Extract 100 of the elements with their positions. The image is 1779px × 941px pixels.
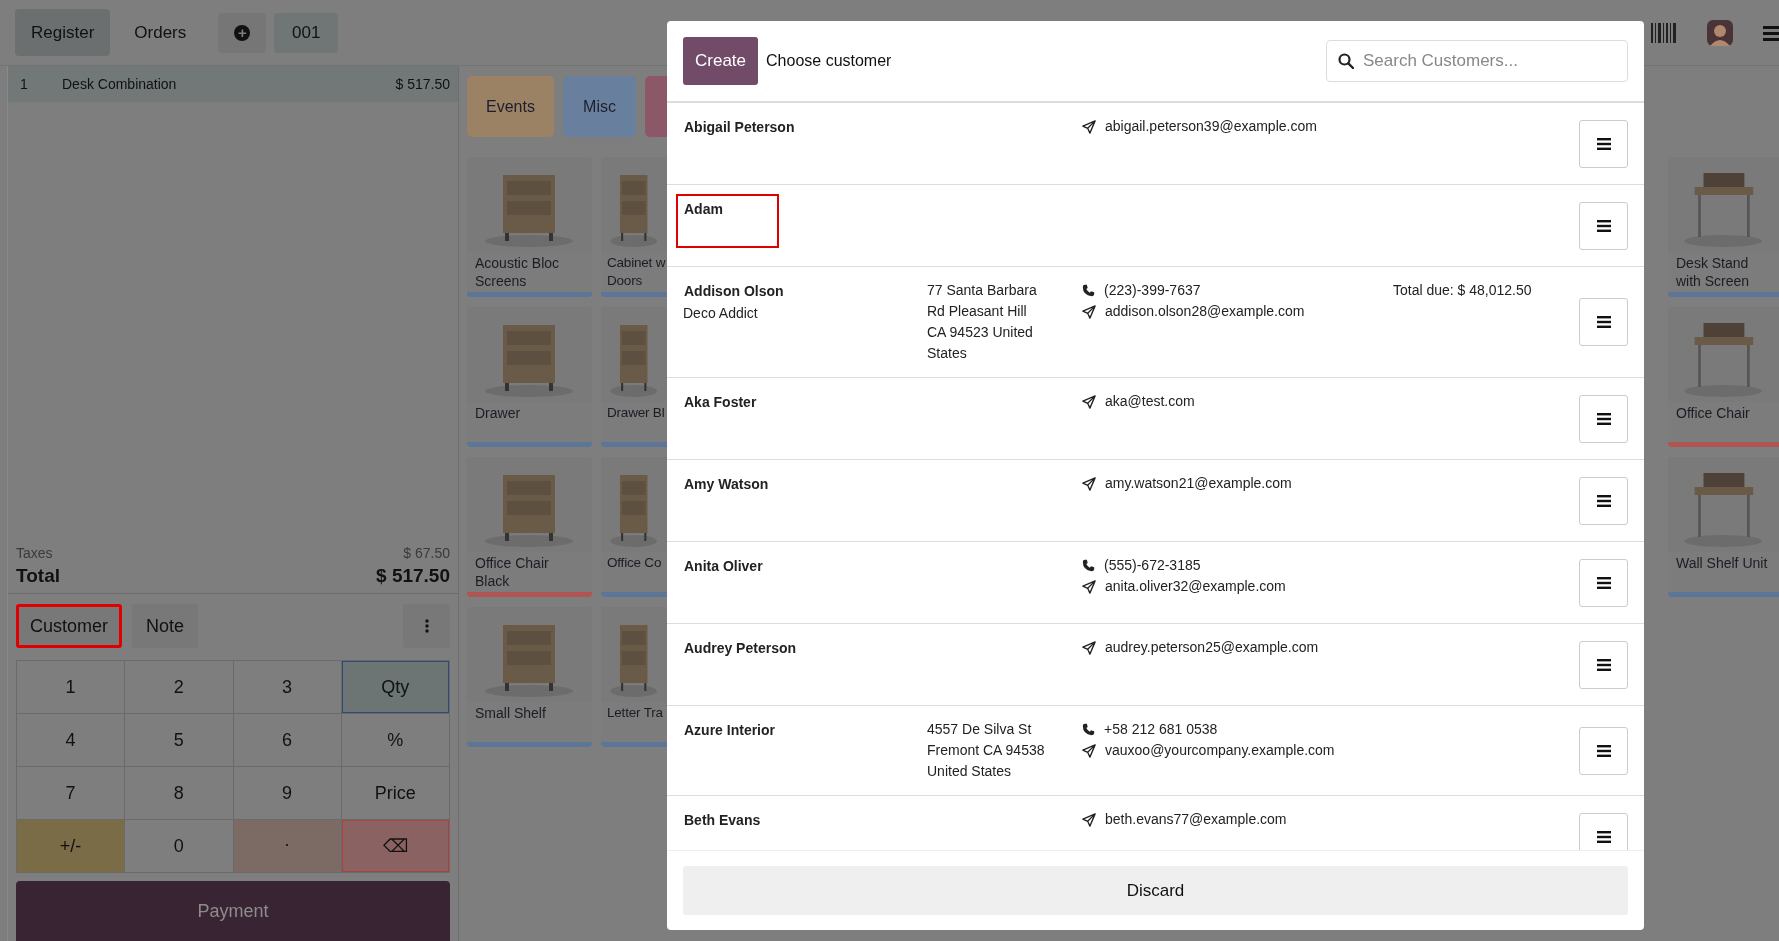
customer-row[interactable]: Amy Watson amy.watson21@example.com xyxy=(667,460,1644,542)
row-menu-button[interactable] xyxy=(1579,201,1628,250)
product-name: Office Chair Black xyxy=(474,554,550,591)
customer-row[interactable]: Adam xyxy=(667,185,1644,267)
product-name: Cabinet w Doors xyxy=(606,254,667,290)
numpad-key[interactable]: 1 xyxy=(17,661,125,713)
product-name: Office Co xyxy=(606,554,663,572)
numpad-key[interactable]: 4 xyxy=(17,714,125,766)
row-menu-button[interactable] xyxy=(1579,298,1628,346)
numpad-key[interactable]: 2 xyxy=(125,661,233,713)
customer-email: anita.oliver32@example.com xyxy=(1105,577,1286,596)
product-name: Drawer xyxy=(474,404,522,423)
numpad-key[interactable]: +/- xyxy=(17,820,125,872)
total-due: Total due: $ 48,012.50 xyxy=(1393,282,1532,298)
category-button[interactable]: Events xyxy=(467,76,554,137)
line-price: $ 517.50 xyxy=(395,76,450,92)
customer-name: Anita Oliver xyxy=(683,557,764,576)
send-icon xyxy=(1082,812,1096,827)
create-button[interactable]: Create xyxy=(683,37,759,85)
product-name: Small Shelf xyxy=(474,704,547,723)
product-name: Letter Tra xyxy=(606,704,664,722)
customer-name: Azure Interior xyxy=(683,721,776,740)
new-order-button[interactable]: + xyxy=(218,12,267,53)
customer-email: aka@test.com xyxy=(1105,392,1195,411)
menu-icon xyxy=(1596,412,1611,425)
customer-row[interactable]: Addison Olson Deco Addict 77 Santa Barbara Rd Pleasant Hill CA 94523 United States (223)-399-7637 addison.olson28@example.com Total due: $ 48,012.50 xyxy=(667,267,1644,378)
menu-icon xyxy=(1596,658,1611,671)
category-button[interactable]: Misc xyxy=(563,76,636,137)
customer-email: amy.watson21@example.com xyxy=(1105,474,1292,493)
row-menu-button[interactable] xyxy=(1579,640,1628,689)
numpad-key[interactable]: . xyxy=(233,820,341,872)
customer-address: 77 Santa Barbara Rd Pleasant Hill CA 94523 United States xyxy=(927,281,1038,363)
numpad-key[interactable]: ⌫ xyxy=(341,820,449,872)
product-name: Acoustic Bloc Screens xyxy=(474,254,561,291)
menu-icon xyxy=(1596,219,1611,232)
discard-button[interactable]: Discard xyxy=(683,866,1628,915)
nav-tab[interactable]: Orders xyxy=(118,9,203,56)
customer-name: Amy Watson xyxy=(683,475,770,494)
product-name: Wall Shelf Unit xyxy=(1675,554,1769,573)
phone-icon xyxy=(1082,723,1095,736)
numpad-key[interactable]: % xyxy=(341,714,449,766)
row-menu-button[interactable] xyxy=(1579,726,1628,775)
nav-tab[interactable]: Register xyxy=(15,9,111,56)
more-icon xyxy=(424,619,429,633)
phone-icon xyxy=(1082,559,1095,572)
numpad-key[interactable]: 3 xyxy=(233,661,341,713)
row-menu-button[interactable] xyxy=(1579,812,1628,850)
menu-icon xyxy=(1596,494,1611,507)
customer-name: Abigail Peterson xyxy=(683,118,796,137)
phone-icon xyxy=(1082,284,1095,297)
action-button[interactable]: Note xyxy=(132,604,199,648)
total-amount: $ 517.50 xyxy=(376,565,450,587)
customer-email: abigail.peterson39@example.com xyxy=(1105,117,1317,136)
customer-row[interactable]: Azure Interior 4557 De Silva St Fremont CA 94538 United States +58 212 681 0538 vauxoo@yourcompany.example.com xyxy=(667,706,1644,796)
customer-name: Audrey Peterson xyxy=(683,639,798,658)
payment-button[interactable]: Payment xyxy=(16,881,450,941)
customer-phone: (555)-672-3185 xyxy=(1104,556,1201,575)
product-name: Office Chair xyxy=(1675,404,1751,423)
order-tab[interactable]: 001 xyxy=(274,12,339,53)
customer-name: Aka Foster xyxy=(683,393,758,412)
customer-name: Beth Evans xyxy=(683,811,762,830)
row-menu-button[interactable] xyxy=(1579,394,1628,443)
numpad-key[interactable]: 7 xyxy=(17,767,125,819)
row-menu-button[interactable] xyxy=(1579,119,1628,168)
customer-email: vauxoo@yourcompany.example.com xyxy=(1105,741,1335,760)
menu-icon xyxy=(1596,137,1611,150)
customer-email: beth.evans77@example.com xyxy=(1105,810,1287,829)
send-icon xyxy=(1082,304,1096,319)
customer-row[interactable]: Anita Oliver (555)-672-3185 anita.oliver32@example.com xyxy=(667,542,1644,624)
taxes-amount: $ 67.50 xyxy=(403,545,450,561)
numpad-key[interactable]: 6 xyxy=(233,714,341,766)
line-product: Desk Combination xyxy=(62,76,178,92)
search-field[interactable]: Search Customers... xyxy=(1326,40,1628,82)
send-icon xyxy=(1082,579,1096,594)
numpad-key[interactable]: 5 xyxy=(125,714,233,766)
line-quantity: 1 xyxy=(20,76,29,92)
taxes-label: Taxes xyxy=(16,545,53,561)
send-icon xyxy=(1082,743,1096,758)
customer-company: Deco Addict xyxy=(683,304,759,323)
numpad-key[interactable]: 8 xyxy=(125,767,233,819)
row-menu-button[interactable] xyxy=(1579,558,1628,607)
menu-icon xyxy=(1596,316,1611,328)
send-icon xyxy=(1082,394,1096,409)
product-name: Desk Stand with Screen xyxy=(1675,254,1751,291)
customer-email: addison.olson28@example.com xyxy=(1105,302,1305,321)
barcode-icon[interactable] xyxy=(1651,22,1677,43)
numpad-key[interactable]: Price xyxy=(341,767,449,819)
total-label: Total xyxy=(16,565,60,587)
action-button[interactable]: Customer xyxy=(16,604,123,648)
customer-row[interactable]: Aka Foster aka@test.com xyxy=(667,378,1644,460)
row-menu-button[interactable] xyxy=(1579,476,1628,525)
menu-icon[interactable] xyxy=(1763,24,1779,41)
numpad-key[interactable]: Qty xyxy=(341,661,449,713)
customer-row[interactable]: Audrey Peterson audrey.peterson25@example.com xyxy=(667,624,1644,706)
numpad-key[interactable]: 9 xyxy=(233,767,341,819)
send-icon xyxy=(1082,476,1096,491)
numpad-key[interactable]: 0 xyxy=(125,820,233,872)
search-icon xyxy=(1338,53,1354,69)
avatar-icon[interactable] xyxy=(1707,19,1733,46)
customer-row[interactable]: Abigail Peterson abigail.peterson39@example.com xyxy=(667,103,1644,185)
